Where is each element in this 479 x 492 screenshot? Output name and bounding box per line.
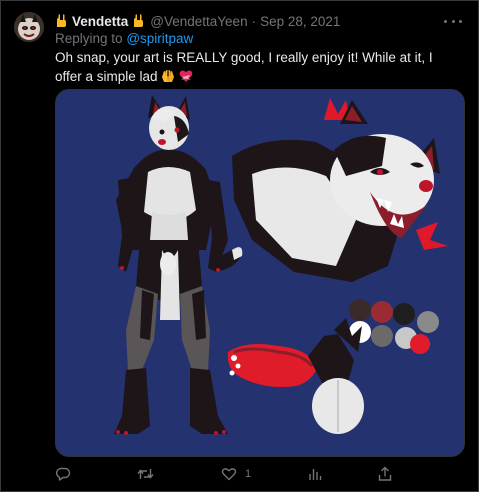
tweet-media-image[interactable] — [55, 89, 465, 457]
more-options-icon[interactable] — [444, 14, 462, 28]
views-button[interactable] — [307, 464, 331, 484]
retweet-button[interactable] — [137, 464, 162, 484]
tweet-action-bar: 1 — [55, 464, 450, 484]
user-handle[interactable]: @VendettaYeen — [150, 14, 247, 29]
horns-emoji-icon — [55, 14, 68, 28]
tweet-text-block: Oh snap, your art is REALLY good, I real… — [55, 48, 450, 86]
like-count: 1 — [245, 468, 252, 480]
share-icon — [377, 466, 393, 482]
tweet-text: Oh snap, your art is REALLY good, I real… — [55, 50, 433, 84]
replying-handle-link[interactable]: @spiritpaw — [126, 31, 193, 46]
tweet-date[interactable]: Sep 28, 2021 — [260, 14, 340, 29]
separator-dot: · — [251, 13, 257, 29]
reply-icon — [55, 466, 71, 482]
like-button[interactable]: 1 — [221, 464, 251, 484]
replying-prefix: Replying to — [55, 31, 123, 46]
raising-hands-icon — [161, 69, 175, 83]
avatar[interactable] — [14, 12, 44, 42]
share-button[interactable] — [377, 464, 393, 484]
display-name[interactable]: Vendetta — [72, 14, 128, 29]
artwork-illustration — [56, 90, 464, 456]
heart-with-ribbon-icon — [179, 69, 193, 83]
reply-button[interactable] — [55, 464, 79, 484]
replying-to: Replying to @spiritpaw — [55, 31, 193, 46]
analytics-icon — [307, 466, 323, 482]
horns-emoji-icon — [132, 14, 145, 28]
heart-icon — [221, 466, 237, 482]
retweet-icon — [137, 466, 154, 482]
tweet-header: Vendetta @VendettaYeen · Sep 28, 2021 — [55, 12, 340, 30]
